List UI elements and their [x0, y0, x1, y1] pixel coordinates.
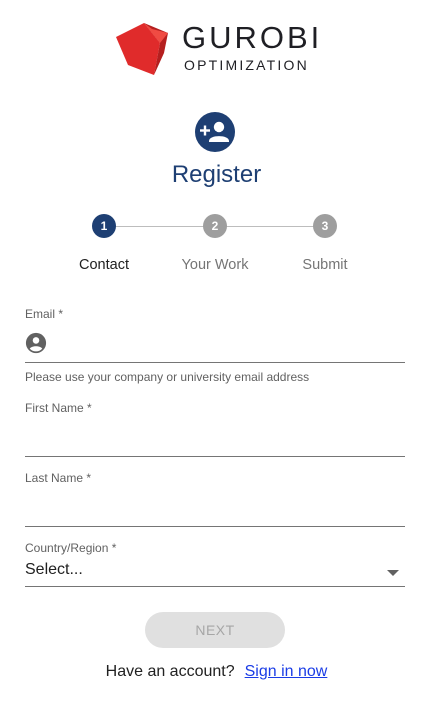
step-2-indicator: 2 [203, 214, 227, 238]
gurobi-logo-icon [116, 23, 168, 75]
email-underline [25, 362, 405, 363]
stepper-connector [215, 226, 325, 227]
email-helper-text: Please use your company or university em… [25, 370, 310, 384]
first-name-label: First Name * [25, 401, 92, 415]
country-underline [25, 586, 405, 587]
account-circle-icon [25, 332, 47, 354]
last-name-underline [25, 526, 405, 527]
step-1-indicator: 1 [92, 214, 116, 238]
step-2-label: Your Work [181, 257, 249, 273]
country-select-value: Select... [25, 561, 83, 578]
email-label: Email * [25, 307, 64, 321]
last-name-label: Last Name * [25, 471, 92, 485]
stepper-connector [104, 226, 215, 227]
have-account-text: Have an account? [105, 663, 235, 680]
first-name-field[interactable] [25, 428, 405, 454]
person-add-icon [195, 112, 235, 152]
page-title: Register [171, 161, 262, 188]
next-button[interactable]: NEXT [145, 612, 285, 648]
step-1-label: Contact [79, 257, 129, 273]
logo-wordmark: GUROBI [182, 20, 323, 55]
signin-prompt: Have an account? Sign in now [0, 662, 433, 682]
dropdown-arrow-icon [387, 570, 399, 576]
country-label: Country/Region * [25, 541, 117, 555]
step-3-label: Submit [302, 257, 348, 273]
first-name-underline [25, 456, 405, 457]
email-field[interactable] [56, 331, 405, 357]
logo-subtitle: OPTIMIZATION [184, 57, 309, 73]
step-3-indicator: 3 [313, 214, 337, 238]
country-select[interactable]: Select... [25, 556, 405, 586]
last-name-field[interactable] [25, 498, 405, 524]
sign-in-link[interactable]: Sign in now [245, 663, 328, 680]
